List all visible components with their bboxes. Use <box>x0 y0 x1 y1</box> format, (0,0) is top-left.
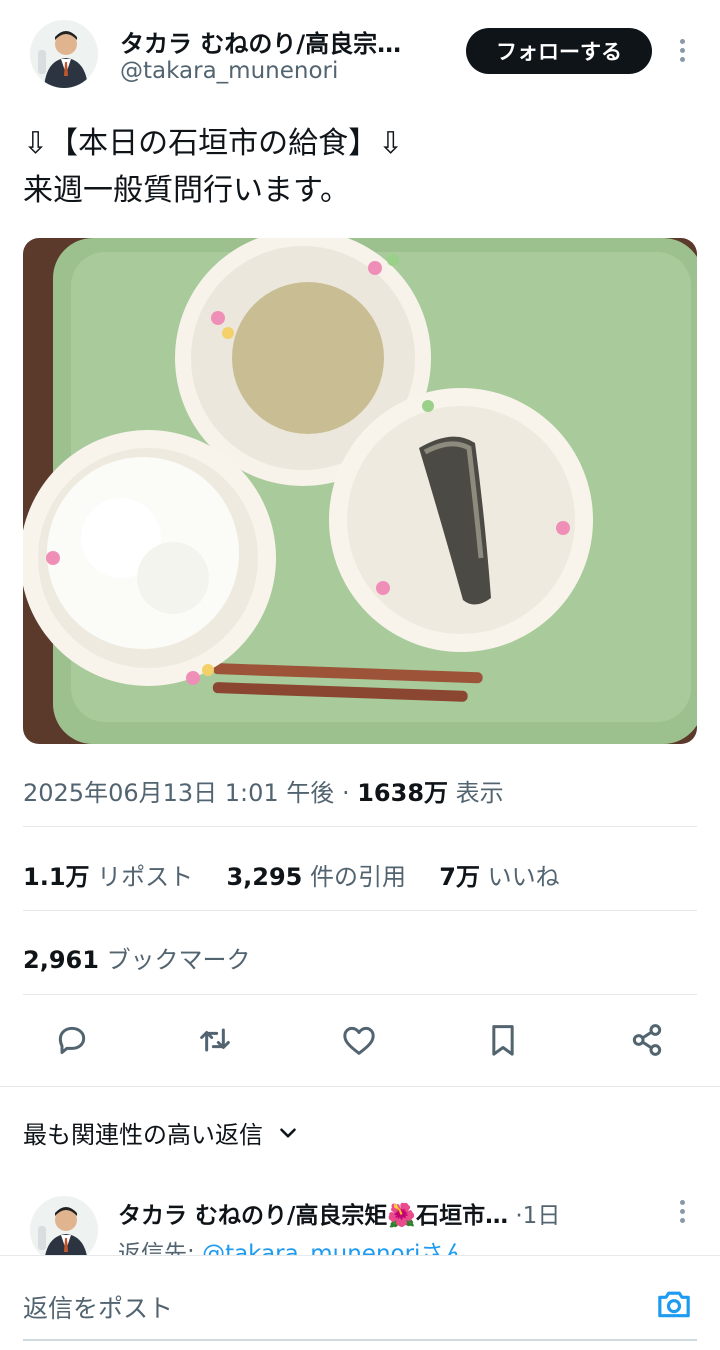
stats-row: 1.1万 リポスト 3,295 件の引用 7万 いいね <box>23 857 560 892</box>
composer-underline <box>23 1339 697 1341</box>
bookmark-icon <box>492 1025 514 1056</box>
camera-icon <box>658 1291 690 1318</box>
divider <box>23 994 697 995</box>
camera-button[interactable] <box>654 1284 694 1324</box>
tweet-timestamp[interactable]: 2025年06月13日 1:01 午後 <box>23 779 334 807</box>
reply-more-options-icon[interactable] <box>679 1200 685 1223</box>
reply-input[interactable]: 返信をポスト <box>23 1289 173 1325</box>
reply-author-suffix: 石垣市… <box>416 1203 509 1229</box>
like-button[interactable] <box>339 1020 379 1060</box>
bookmarks-count: 2,961 <box>23 946 99 974</box>
quotes-label: 件の引用 <box>310 863 406 891</box>
bookmarks-label: ブックマーク <box>106 946 251 974</box>
hibiscus-emoji: 🌺 <box>387 1203 417 1229</box>
tweet-text-line-1: ⇩【本日の石垣市の給食】⇩ <box>23 126 404 161</box>
reply-composer: 返信をポスト <box>0 1255 720 1350</box>
school-lunch-photo <box>23 238 697 744</box>
author-handle[interactable]: @takara_munenori <box>120 58 338 84</box>
views-count: 1638万 <box>357 779 449 807</box>
reply-header: タカラ むねのり/高良宗矩🌺石垣市… ·1日 <box>118 1196 560 1230</box>
avatar-image <box>30 20 98 88</box>
tweet-meta: 2025年06月13日 1:01 午後 · 1638万 表示 <box>23 773 504 808</box>
meta-separator: · <box>341 779 350 807</box>
tweet-text-line-2: 来週一般質問行います。 <box>23 173 350 208</box>
replies-sort-dropdown[interactable]: 最も関連性の高い返信 <box>23 1115 301 1150</box>
quotes-stat[interactable]: 3,295 件の引用 <box>226 863 413 891</box>
bookmarks-stat[interactable]: 2,961 ブックマーク <box>23 940 251 975</box>
reposts-label: リポスト <box>97 863 194 891</box>
reply-time[interactable]: ·1日 <box>515 1203 560 1229</box>
repost-button[interactable] <box>195 1020 235 1060</box>
author-avatar[interactable] <box>30 20 98 88</box>
reposts-stat[interactable]: 1.1万 リポスト <box>23 863 201 891</box>
likes-label: いいね <box>487 863 560 891</box>
reply-icon <box>58 1026 86 1054</box>
quotes-count: 3,295 <box>226 863 303 891</box>
share-button[interactable] <box>627 1020 667 1060</box>
author-name[interactable]: タカラ むねのり/高良宗… <box>120 24 401 59</box>
tweet-photo[interactable] <box>23 238 697 744</box>
reply-author-name[interactable]: タカラ むねのり/高良宗矩 <box>118 1203 387 1229</box>
bookmark-button[interactable] <box>483 1020 523 1060</box>
divider <box>23 826 697 827</box>
reply-button[interactable] <box>52 1020 92 1060</box>
section-divider <box>0 1086 720 1087</box>
share-icon <box>632 1024 662 1056</box>
reposts-count: 1.1万 <box>23 863 90 891</box>
divider <box>23 910 697 911</box>
reply-author-avatar[interactable] <box>30 1196 98 1264</box>
chevron-down-icon <box>280 1127 296 1138</box>
replies-sort-label: 最も関連性の高い返信 <box>23 1121 263 1149</box>
avatar-image <box>30 1196 98 1264</box>
like-icon <box>343 1026 375 1055</box>
repost-icon <box>200 1028 230 1052</box>
follow-button[interactable]: フォローする <box>466 28 652 74</box>
more-options-icon[interactable] <box>679 39 685 62</box>
views-label: 表示 <box>455 779 504 807</box>
likes-stat[interactable]: 7万 いいね <box>439 863 559 891</box>
likes-count: 7万 <box>439 863 480 891</box>
